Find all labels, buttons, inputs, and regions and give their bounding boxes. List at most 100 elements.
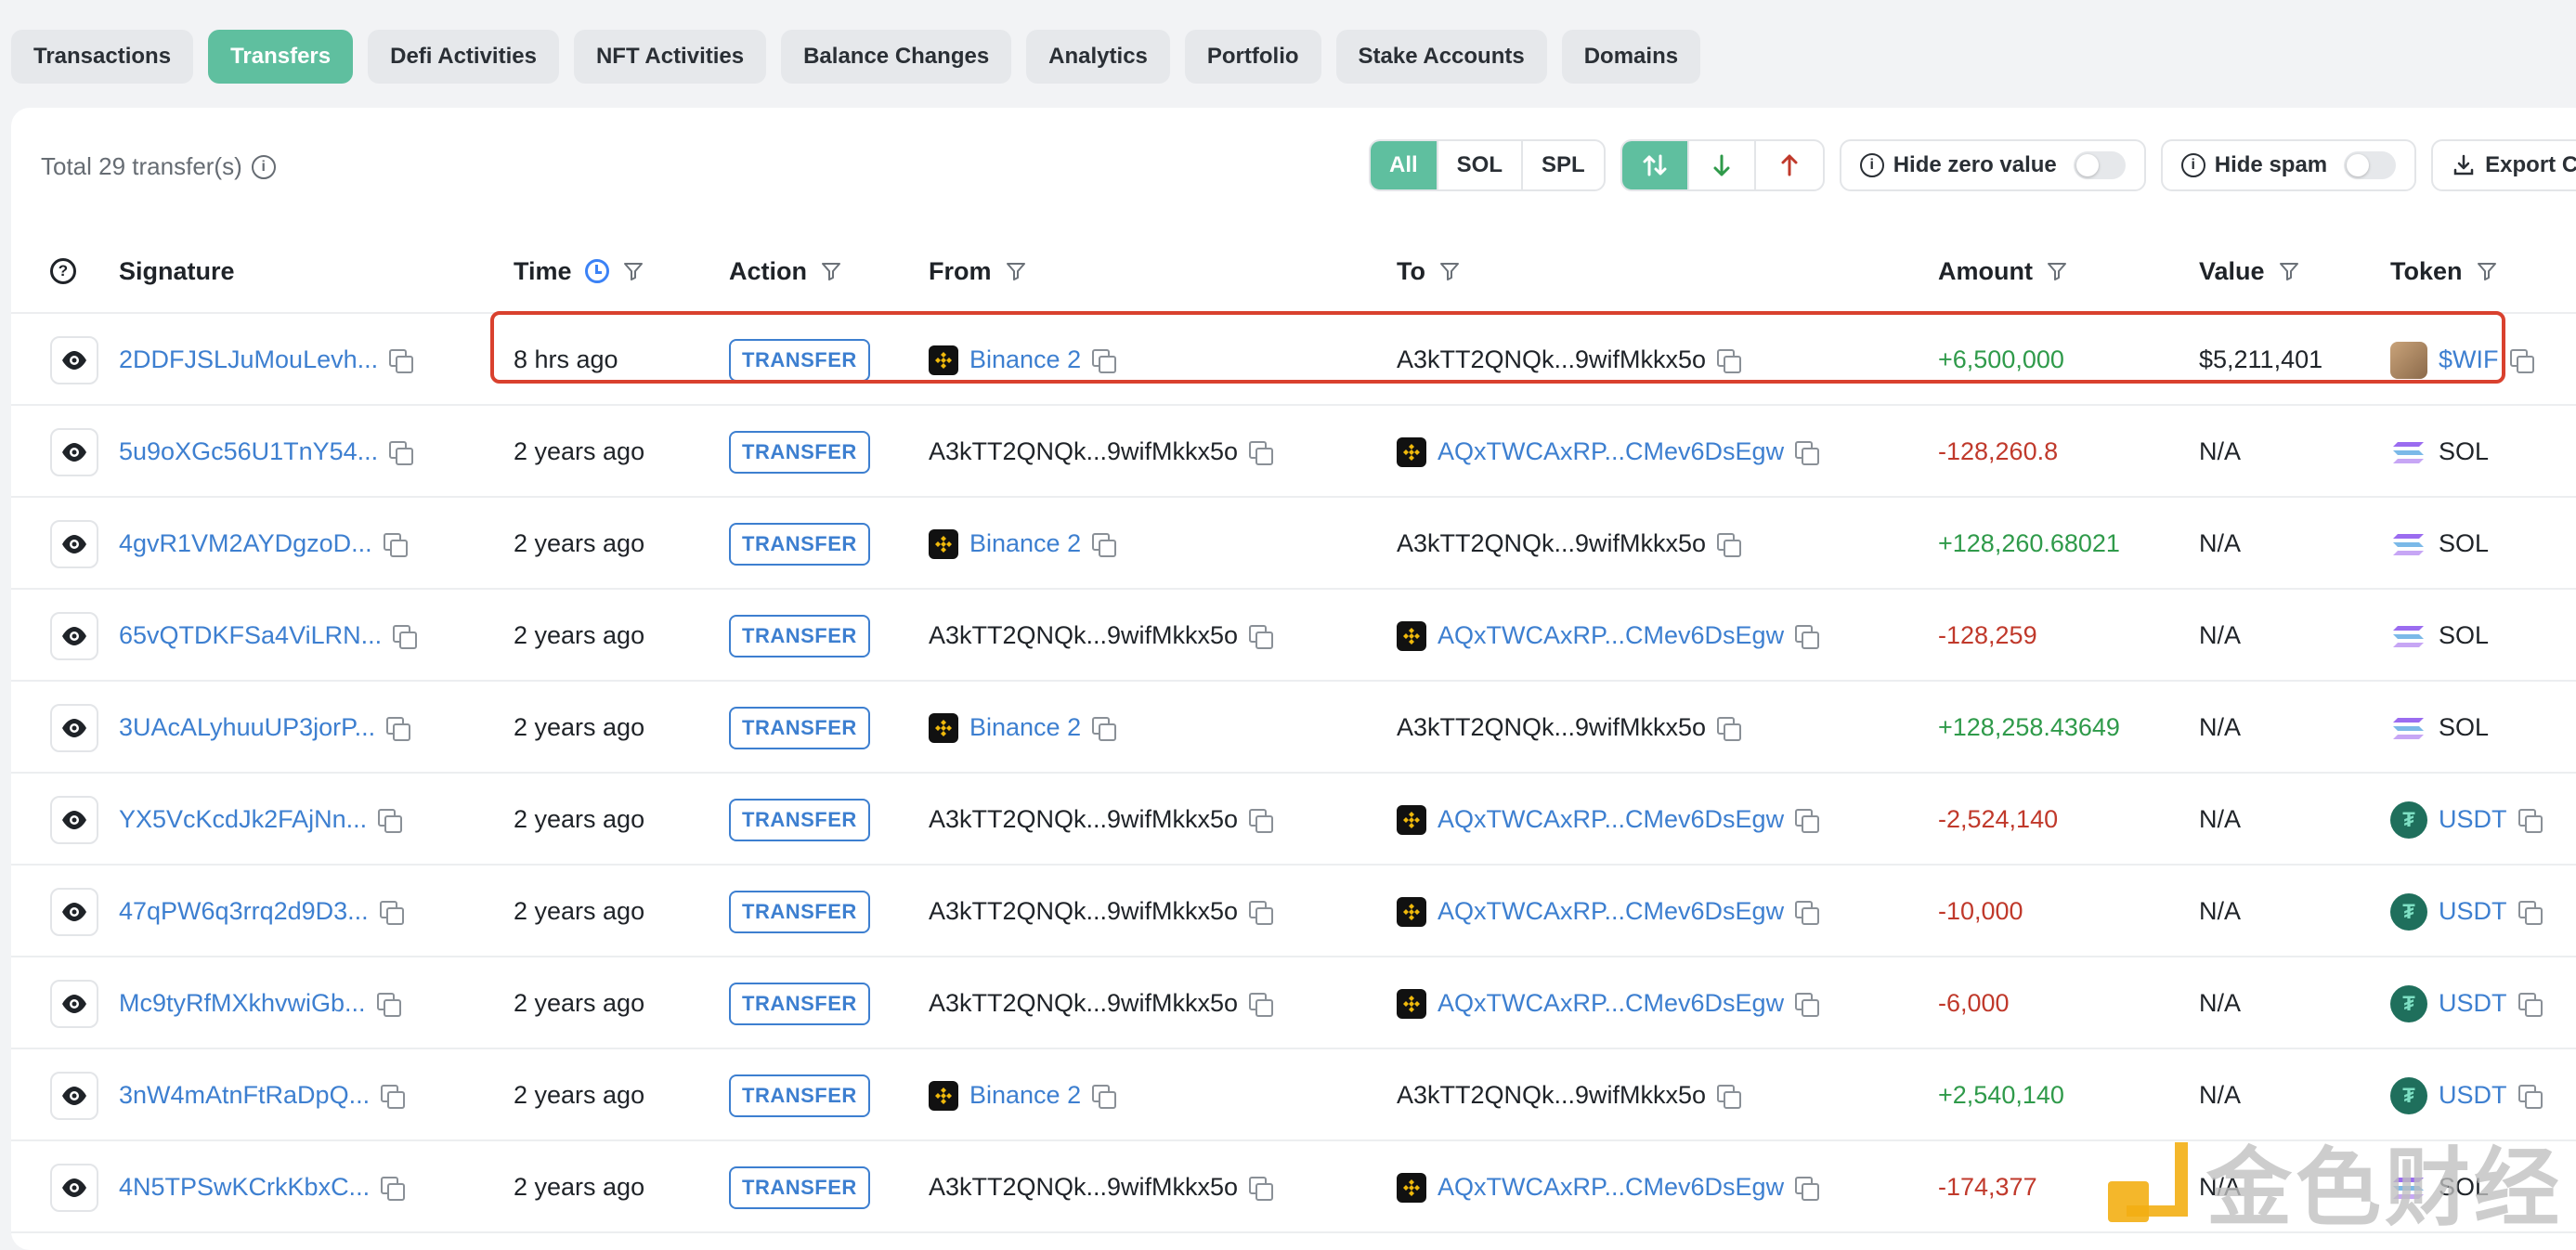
filter-sol-button[interactable]: SOL [1438,141,1524,189]
direction-in-button[interactable] [1689,141,1756,189]
copy-icon[interactable] [1249,808,1274,833]
copy-icon[interactable] [379,900,404,925]
copy-icon[interactable] [383,532,408,557]
copy-icon[interactable] [2517,900,2543,925]
hide-zero-switch[interactable] [2073,151,2126,179]
copy-icon[interactable] [1795,992,1820,1017]
copy-icon[interactable] [376,992,401,1017]
address-link[interactable]: Binance 2 [969,529,1081,558]
address-text[interactable]: A3kTT2QNQk...9wifMkkx5o [929,437,1238,466]
export-csv-button[interactable]: Export CSV [2431,139,2576,191]
address-text[interactable]: A3kTT2QNQk...9wifMkkx5o [929,989,1238,1018]
signature-link[interactable]: 5u9oXGc56U1TnY54... [119,437,378,466]
copy-icon[interactable] [1092,1084,1117,1109]
clock-icon[interactable] [584,259,609,283]
view-details-button[interactable] [50,887,98,936]
copy-icon[interactable] [1717,716,1742,741]
copy-icon[interactable] [1795,808,1820,833]
tab-defi-activities[interactable]: Defi Activities [368,30,559,84]
filter-spl-button[interactable]: SPL [1523,141,1604,189]
copy-icon[interactable] [2517,992,2543,1017]
copy-icon[interactable] [1795,1176,1820,1201]
tab-balance-changes[interactable]: Balance Changes [781,30,1012,84]
token-link[interactable]: USDT [2439,989,2507,1018]
signature-link[interactable]: 47qPW6q3rrq2d9D3... [119,897,369,926]
copy-icon[interactable] [2509,348,2534,373]
filter-icon[interactable] [2046,260,2068,282]
address-link[interactable]: AQxTWCAxRP...CMev6DsEgw [1438,621,1784,650]
copy-icon[interactable] [389,440,414,465]
token-link[interactable]: USDT [2439,897,2507,926]
direction-out-button[interactable] [1756,141,1823,189]
copy-icon[interactable] [1092,532,1117,557]
copy-icon[interactable] [1795,900,1820,925]
tab-portfolio[interactable]: Portfolio [1184,30,1321,84]
copy-icon[interactable] [2517,1084,2543,1109]
copy-icon[interactable] [1092,716,1117,741]
filter-icon[interactable] [1438,260,1461,282]
view-details-button[interactable] [50,1163,98,1212]
hide-zero-toggle[interactable]: i Hide zero value [1839,139,2146,191]
token-link[interactable]: USDT [2439,805,2507,834]
address-link[interactable]: AQxTWCAxRP...CMev6DsEgw [1438,805,1784,834]
view-details-button[interactable] [50,427,98,476]
address-link[interactable]: Binance 2 [969,1081,1081,1110]
copy-icon[interactable] [1092,348,1117,373]
filter-icon[interactable] [820,260,842,282]
address-text[interactable]: A3kTT2QNQk...9wifMkkx5o [929,897,1238,926]
view-details-button[interactable] [50,1071,98,1120]
address-link[interactable]: AQxTWCAxRP...CMev6DsEgw [1438,1173,1784,1202]
signature-link[interactable]: 65vQTDKFSa4ViLRN... [119,621,382,650]
signature-link[interactable]: 3nW4mAtnFtRaDpQ... [119,1081,370,1110]
view-details-button[interactable] [50,519,98,568]
copy-icon[interactable] [1717,348,1742,373]
address-text[interactable]: A3kTT2QNQk...9wifMkkx5o [1397,529,1706,558]
copy-icon[interactable] [1249,992,1274,1017]
tab-transfers[interactable]: Transfers [208,30,354,84]
filter-icon[interactable] [2278,260,2300,282]
direction-both-button[interactable] [1621,141,1689,189]
copy-icon[interactable] [1249,624,1274,649]
copy-icon[interactable] [1249,440,1274,465]
copy-icon[interactable] [1249,1176,1274,1201]
signature-link[interactable]: 2DDFJSLJuMouLevh... [119,345,378,374]
copy-icon[interactable] [389,348,414,373]
signature-link[interactable]: 4N5TPSwKCrkKbxC... [119,1173,370,1202]
view-details-button[interactable] [50,611,98,660]
copy-icon[interactable] [1717,1084,1742,1109]
address-link[interactable]: AQxTWCAxRP...CMev6DsEgw [1438,437,1784,466]
address-link[interactable]: AQxTWCAxRP...CMev6DsEgw [1438,897,1784,926]
filter-icon[interactable] [622,260,644,282]
tab-transactions[interactable]: Transactions [11,30,194,84]
signature-link[interactable]: 4gvR1VM2AYDgzoD... [119,529,372,558]
hide-spam-switch[interactable] [2344,151,2397,179]
address-link[interactable]: AQxTWCAxRP...CMev6DsEgw [1438,989,1784,1018]
copy-icon[interactable] [2517,808,2543,833]
token-link[interactable]: $WIF [2439,345,2499,374]
copy-icon[interactable] [378,808,403,833]
copy-icon[interactable] [381,1084,406,1109]
copy-icon[interactable] [393,624,418,649]
copy-icon[interactable] [1795,624,1820,649]
copy-icon[interactable] [1795,440,1820,465]
signature-link[interactable]: 3UAcALyhuuUP3jorP... [119,713,375,742]
tab-domains[interactable]: Domains [1561,30,1701,84]
address-text[interactable]: A3kTT2QNQk...9wifMkkx5o [929,1173,1238,1202]
tab-nft-activities[interactable]: NFT Activities [573,30,767,84]
signature-link[interactable]: YX5VcKcdJk2FAjNn... [119,805,367,834]
address-text[interactable]: A3kTT2QNQk...9wifMkkx5o [1397,1081,1706,1110]
copy-icon[interactable] [1717,532,1742,557]
filter-icon[interactable] [2476,260,2498,282]
info-icon[interactable]: i [251,154,276,179]
view-details-button[interactable] [50,335,98,384]
address-text[interactable]: A3kTT2QNQk...9wifMkkx5o [1397,713,1706,742]
copy-icon[interactable] [381,1176,406,1201]
tab-analytics[interactable]: Analytics [1026,30,1170,84]
help-column[interactable]: ? [50,228,76,314]
token-link[interactable]: USDT [2439,1081,2507,1110]
hide-spam-toggle[interactable]: i Hide spam [2160,139,2417,191]
tab-stake-accounts[interactable]: Stake Accounts [1335,30,1547,84]
address-text[interactable]: A3kTT2QNQk...9wifMkkx5o [929,805,1238,834]
address-text[interactable]: A3kTT2QNQk...9wifMkkx5o [1397,345,1706,374]
view-details-button[interactable] [50,979,98,1028]
